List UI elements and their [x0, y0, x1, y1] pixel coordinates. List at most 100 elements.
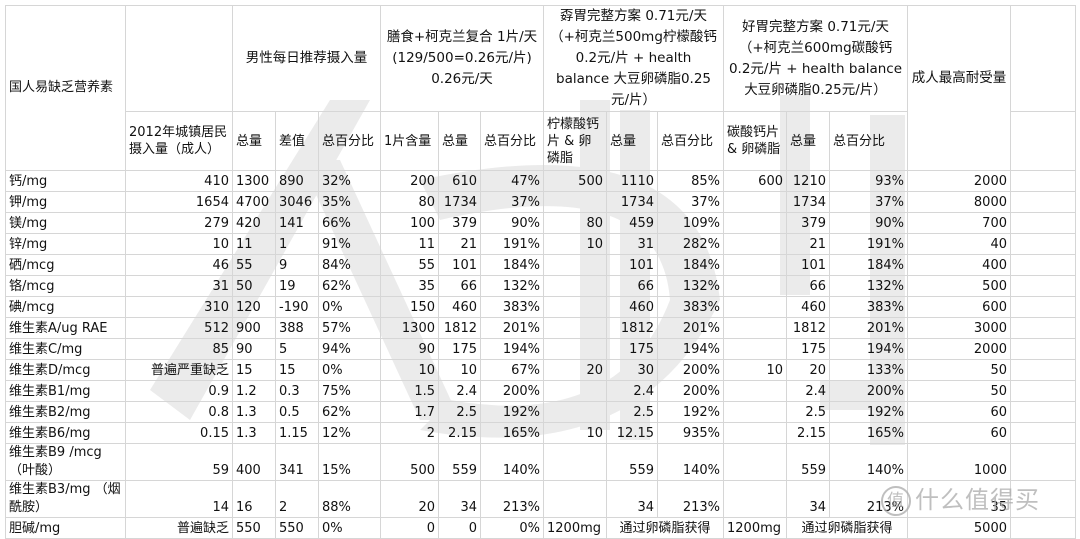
- plan2-pct-cell: 140%: [657, 443, 724, 481]
- plan1-total-cell: 10: [438, 359, 481, 381]
- urban-intake-cell: 310: [125, 296, 233, 318]
- male-diff-cell: 1: [275, 233, 319, 255]
- plan3-pct-cell: 184%: [829, 254, 908, 276]
- plan1-per-tablet-cell: 2: [380, 422, 439, 444]
- plan1-total-cell: 34: [438, 480, 481, 518]
- blank-cell: [1010, 212, 1076, 234]
- urban-intake-cell: 14: [125, 480, 233, 518]
- plan1-per-tablet-cell: 1300: [380, 317, 439, 339]
- table-row: 锌/mg 10 11 1 91% 11 21 191% 10 31 282% 21 191% 40: [5, 233, 1076, 255]
- plan1-per-tablet-cell: 11: [380, 233, 439, 255]
- plan3-total-cell: 34: [786, 480, 830, 518]
- blank-cell: [1010, 111, 1076, 171]
- plan3-supplement-cell: [723, 480, 787, 518]
- male-total-cell: 1.3: [232, 422, 276, 444]
- plan3-supplement-cell: 600: [723, 170, 787, 192]
- male-total-cell: 4700: [232, 191, 276, 213]
- plan3-total-cell: 20: [786, 359, 830, 381]
- table-row: 维生素B2/mg 0.8 1.3 0.5 62% 1.7 2.5 192% 2.5 192% 2.5…: [5, 401, 1076, 423]
- male-pct-cell: 84%: [318, 254, 381, 276]
- table-row: 维生素B9 /mcg （叶酸） 59 400 341 15% 500 559 140% 559 1…: [5, 443, 1076, 481]
- male-pct-cell: 0%: [318, 517, 381, 539]
- plan2-pct-cell: 184%: [657, 254, 724, 276]
- header-row-1: 国人易缺乏营养素 男性每日推荐摄入量 膳食+柯克兰复合 1片/天 (129/50…: [5, 5, 1076, 171]
- table-row: 维生素B1/mg 0.9 1.2 0.3 75% 1.5 2.4 200% 2.4 200% 2.4…: [5, 380, 1076, 402]
- male-diff-cell: 1.15: [275, 422, 319, 444]
- plan1-per-tablet-cell: 20: [380, 480, 439, 518]
- plan2-pct-cell: 132%: [657, 275, 724, 297]
- table-row: 维生素D/mcg 普遍严重缺乏 15 15 0% 10 10 67% 20 30 200% 10 20 1…: [5, 359, 1076, 381]
- plan3-pct-cell: 93%: [829, 170, 908, 192]
- blank-cell: [1010, 443, 1076, 481]
- plan1-per-tablet-cell: 0: [380, 517, 439, 539]
- blank-cell: [1010, 317, 1076, 339]
- ul-column-header: 成人最高耐受量: [907, 5, 1011, 171]
- plan1-per-tablet-cell: 80: [380, 191, 439, 213]
- table-row: 碘/mcg 310 120 -190 0% 150 460 383% 460 383% 460 383…: [5, 296, 1076, 318]
- plan2-total-cell: 460: [606, 296, 658, 318]
- male-pct-cell: 88%: [318, 480, 381, 518]
- plan2-pct-cell: 192%: [657, 401, 724, 423]
- male-diff-cell: 388: [275, 317, 319, 339]
- male-pct-cell: 35%: [318, 191, 381, 213]
- table-row: 铬/mcg 31 50 19 62% 35 66 132% 66 132% 66 132% 500: [5, 275, 1076, 297]
- plan1-total-cell: 101: [438, 254, 481, 276]
- plan1-pct-cell: 184%: [480, 254, 544, 276]
- nutrient-name-cell: 维生素A/ug RAE: [5, 317, 126, 339]
- male-diff-cell: 550: [275, 517, 319, 539]
- male-total-cell: 50: [232, 275, 276, 297]
- plan3-pct-cell: 37%: [829, 191, 908, 213]
- plan3-pct-cell: 201%: [829, 317, 908, 339]
- plan2-total-cell: 559: [606, 443, 658, 481]
- urban-intake-cell: 普遍严重缺乏: [125, 359, 233, 381]
- upper-limit-cell: 400: [907, 254, 1011, 276]
- nutrient-name-cell: 锌/mg: [5, 233, 126, 255]
- plan3-supplement-cell: [723, 380, 787, 402]
- plan1-per-tablet-cell: 1.5: [380, 380, 439, 402]
- plan3-total-cell: 21: [786, 233, 830, 255]
- plan3-total-cell: 2.15: [786, 422, 830, 444]
- nutrient-name-cell: 维生素C/mg: [5, 338, 126, 360]
- plan2-total-cell: 34: [606, 480, 658, 518]
- plan2-total-cell: 175: [606, 338, 658, 360]
- male-diff-cell: 2: [275, 480, 319, 518]
- blank-cell: [1010, 422, 1076, 444]
- male-pct-cell: 0%: [318, 359, 381, 381]
- plan2-pct-cell: 282%: [657, 233, 724, 255]
- plan1-pct-cell: 201%: [480, 317, 544, 339]
- nutrient-table: 国人易缺乏营养素 男性每日推荐摄入量 膳食+柯克兰复合 1片/天 (129/50…: [5, 5, 1076, 539]
- male-diff-cell: 5: [275, 338, 319, 360]
- male-total-cell: 15: [232, 359, 276, 381]
- plan3-pct-cell: 133%: [829, 359, 908, 381]
- plan2-total-cell: 1110: [606, 170, 658, 192]
- plan3-total-cell: 通过卵磷脂获得: [786, 517, 908, 539]
- plan2-supplement-cell: [543, 443, 607, 481]
- plan2-supplement-cell: [543, 317, 607, 339]
- plan3-total-header: 总量: [786, 111, 830, 171]
- plan1-total-cell: 379: [438, 212, 481, 234]
- plan3-total-cell: 460: [786, 296, 830, 318]
- plan3-pct-cell: 132%: [829, 275, 908, 297]
- plan1-total-cell: 559: [438, 443, 481, 481]
- plan2-pct-cell: 935%: [657, 422, 724, 444]
- plan1-total-cell: 610: [438, 170, 481, 192]
- male-diff-cell: 0.3: [275, 380, 319, 402]
- plan2-total-cell: 2.4: [606, 380, 658, 402]
- male-total-cell: 550: [232, 517, 276, 539]
- plan2-supplement-cell: [543, 401, 607, 423]
- male-diff-cell: 9: [275, 254, 319, 276]
- male-total-cell: 55: [232, 254, 276, 276]
- urban-intake-cell: 31: [125, 275, 233, 297]
- plan3-supplement-cell: [723, 233, 787, 255]
- plan3-total-cell: 379: [786, 212, 830, 234]
- plan2-total-cell: 30: [606, 359, 658, 381]
- plan2-pct-cell: 383%: [657, 296, 724, 318]
- blank-cell: [1010, 380, 1076, 402]
- table-row: 镁/mg 279 420 141 66% 100 379 90% 80 459 109% 379 90%…: [5, 212, 1076, 234]
- male-pct-cell: 75%: [318, 380, 381, 402]
- male-pct-cell: 0%: [318, 296, 381, 318]
- plan3-supplement-cell: [723, 254, 787, 276]
- plan3-pct-cell: 192%: [829, 401, 908, 423]
- upper-limit-cell: 5000: [907, 517, 1011, 539]
- plan1-pct-cell: 192%: [480, 401, 544, 423]
